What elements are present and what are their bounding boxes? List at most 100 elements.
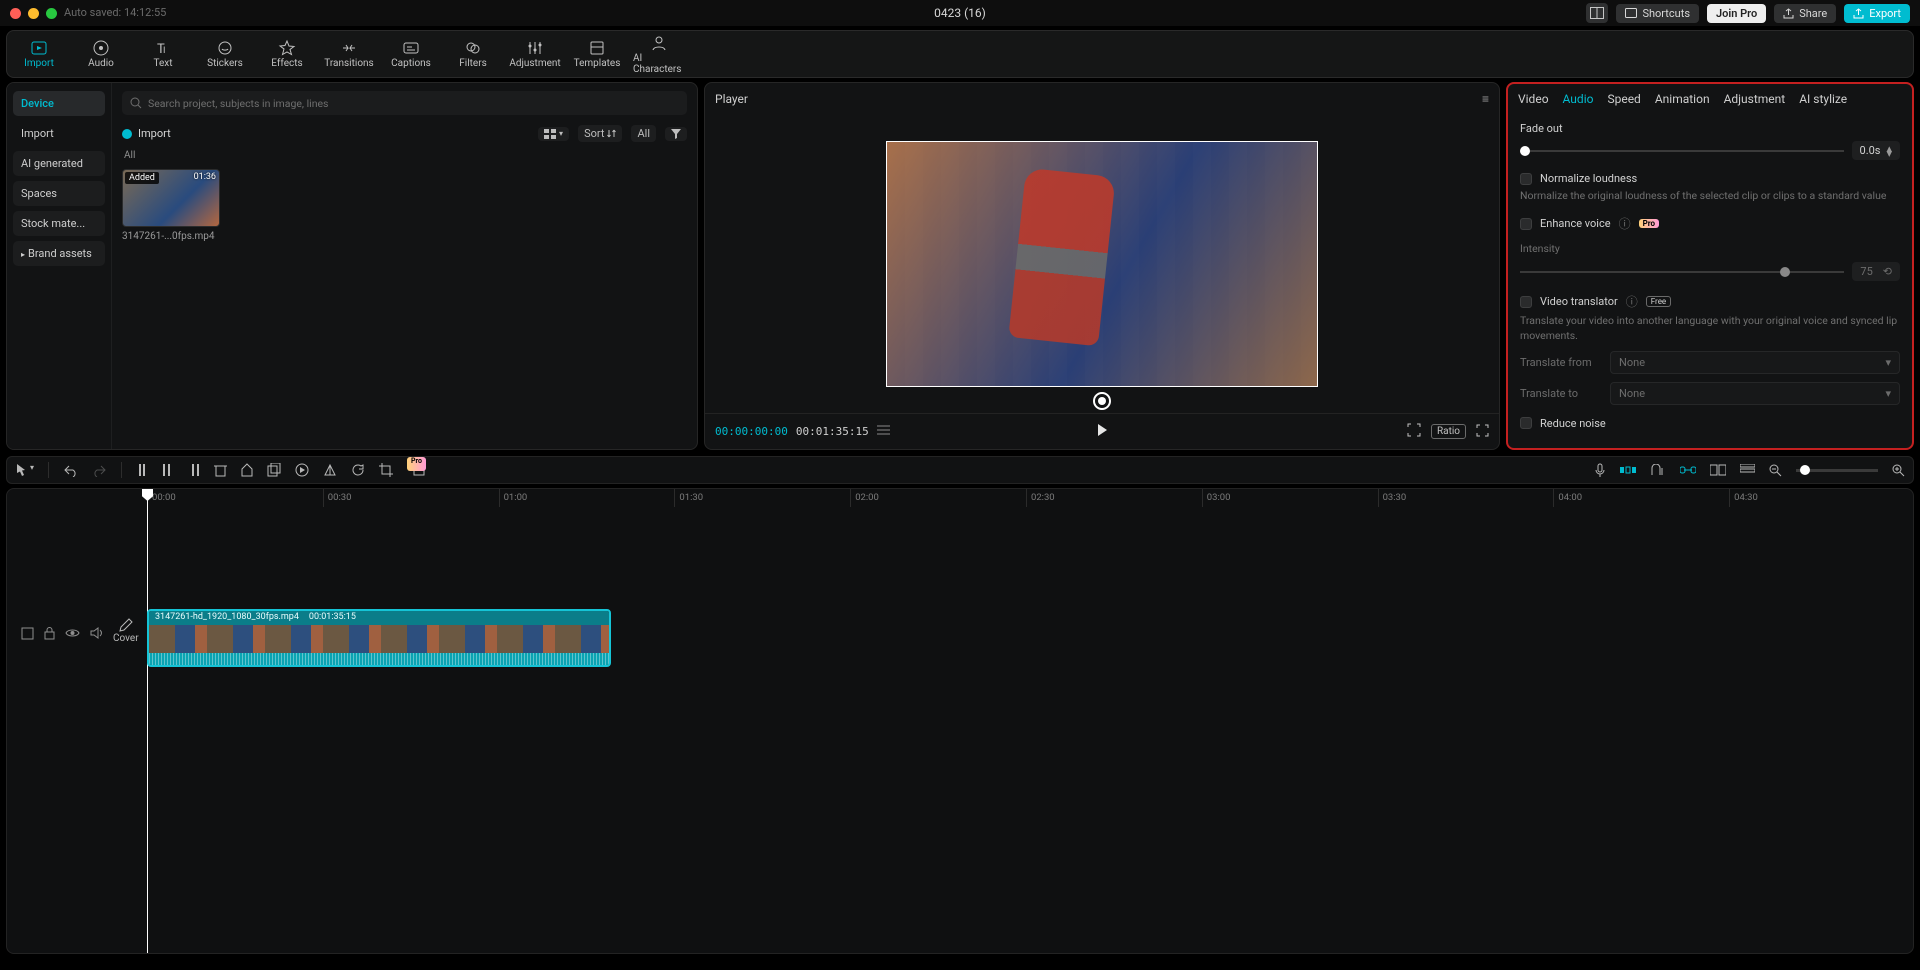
zoom-out-icon[interactable] [1769, 464, 1782, 477]
nav-spaces[interactable]: Spaces [13, 181, 105, 206]
export-label: Export [1869, 7, 1901, 20]
tab-captions[interactable]: Captions [385, 33, 437, 75]
info-icon[interactable]: ⓘ [1626, 293, 1638, 310]
ruler-tick: 01:30 [674, 489, 850, 507]
layout-icon[interactable] [1586, 3, 1608, 23]
redo-icon[interactable] [92, 464, 107, 477]
maximize-window-icon[interactable] [46, 8, 57, 19]
delete-icon[interactable] [214, 463, 227, 477]
snap-icon[interactable] [1650, 464, 1666, 477]
video-translator-checkbox[interactable] [1520, 296, 1532, 308]
crop-icon[interactable] [379, 463, 393, 477]
list-view-icon[interactable] [877, 425, 890, 439]
duplicate-icon[interactable] [267, 463, 281, 477]
player-viewport[interactable] [705, 115, 1499, 413]
speed-icon[interactable] [295, 463, 309, 477]
inspector-panel: Video Audio Speed Animation Adjustment A… [1506, 82, 1914, 450]
timeline-clip[interactable]: 3147261-hd_1920_1080_30fps.mp4 00:01:35:… [147, 609, 611, 667]
nav-stock-materials[interactable]: Stock mate... [13, 211, 105, 236]
trim-right-icon[interactable] [188, 463, 200, 477]
reset-icon[interactable]: ⟲ [1883, 265, 1892, 278]
preview-mode-icon[interactable] [1710, 464, 1726, 476]
cover-button[interactable]: Cover [113, 617, 139, 644]
track-header-icons [21, 627, 103, 643]
zoom-slider[interactable] [1796, 469, 1878, 472]
tab-templates[interactable]: Templates [571, 33, 623, 75]
intensity-value[interactable]: 75⟲ [1852, 262, 1900, 281]
filter-all-button[interactable]: All [631, 125, 656, 142]
focus-frame-icon[interactable] [1407, 423, 1421, 440]
magnet-left-icon[interactable] [1620, 464, 1636, 476]
track-visibility-icon[interactable] [65, 627, 80, 643]
view-grid-button[interactable]: ▾ [538, 127, 569, 141]
fadeout-value[interactable]: 0.0s▴▾ [1852, 141, 1900, 160]
mic-icon[interactable] [1594, 463, 1606, 478]
insp-tab-audio[interactable]: Audio [1563, 92, 1594, 106]
ai-enhance-icon[interactable]: Pro [407, 463, 426, 477]
translate-from-select[interactable]: None▾ [1610, 351, 1900, 374]
nav-device[interactable]: Device [13, 91, 105, 116]
filter-funnel-button[interactable] [665, 127, 687, 141]
ruler-tick: 02:30 [1026, 489, 1202, 507]
tab-transitions[interactable]: Transitions [323, 33, 375, 75]
video-frame [886, 141, 1318, 387]
sort-button[interactable]: Sort [578, 125, 622, 142]
insp-tab-ai-stylize[interactable]: AI stylize [1799, 92, 1847, 106]
split-icon[interactable] [136, 463, 148, 477]
insp-tab-speed[interactable]: Speed [1607, 92, 1640, 106]
export-button[interactable]: Export [1844, 4, 1910, 23]
rotate-icon[interactable] [351, 463, 365, 477]
ruler-tick: 00:00 [147, 489, 323, 507]
insp-tab-video[interactable]: Video [1518, 92, 1549, 106]
insp-tab-adjustment[interactable]: Adjustment [1724, 92, 1786, 106]
tab-filters[interactable]: Filters [447, 33, 499, 75]
tab-adjustment[interactable]: Adjustment [509, 33, 561, 75]
undo-icon[interactable] [63, 464, 78, 477]
nav-ai-generated[interactable]: AI generated [13, 151, 105, 176]
fadeout-slider[interactable] [1520, 150, 1844, 152]
join-pro-button[interactable]: Join Pro [1707, 4, 1766, 23]
tab-ai-characters[interactable]: AI Characters [633, 33, 685, 75]
link-icon[interactable] [1680, 464, 1696, 476]
tab-import-label: Import [24, 58, 54, 69]
normalize-checkbox[interactable] [1520, 173, 1532, 185]
zoom-in-icon[interactable] [1892, 464, 1905, 477]
nav-import[interactable]: Import [13, 121, 105, 146]
track-mute-icon[interactable] [90, 627, 103, 643]
marker-icon[interactable] [241, 463, 253, 477]
sort-label: Sort [584, 127, 604, 140]
track-options-icon[interactable] [21, 627, 34, 643]
tab-stickers-label: Stickers [207, 58, 243, 69]
tab-import[interactable]: Import [13, 33, 65, 75]
close-window-icon[interactable] [10, 8, 21, 19]
play-button[interactable] [1095, 423, 1109, 440]
share-button[interactable]: Share [1774, 4, 1836, 23]
playhead[interactable] [147, 489, 148, 953]
timeline-ruler[interactable]: 00:00 00:30 01:00 01:30 02:00 02:30 03:0… [147, 489, 1905, 507]
intensity-slider[interactable] [1520, 271, 1844, 273]
media-search[interactable]: Search project, subjects in image, lines [122, 91, 687, 115]
clip-thumbnails [149, 625, 609, 653]
media-thumb[interactable]: Added 01:36 3147261-...0fps.mp4 [122, 169, 220, 242]
insp-tab-animation[interactable]: Animation [1655, 92, 1710, 106]
info-icon[interactable]: ⓘ [1619, 215, 1631, 232]
tab-stickers[interactable]: Stickers [199, 33, 251, 75]
tab-text[interactable]: TIText [137, 33, 189, 75]
nav-brand-assets[interactable]: ▸Brand assets [13, 241, 105, 266]
minimize-window-icon[interactable] [28, 8, 39, 19]
pointer-tool-icon[interactable]: ▾ [15, 463, 34, 477]
trim-left-icon[interactable] [162, 463, 174, 477]
ratio-button[interactable]: Ratio [1431, 424, 1466, 439]
track-layout-icon[interactable] [1740, 464, 1755, 476]
track-lock-icon[interactable] [44, 627, 55, 643]
fullscreen-icon[interactable] [1476, 424, 1489, 440]
tab-audio[interactable]: Audio [75, 33, 127, 75]
tab-effects[interactable]: Effects [261, 33, 313, 75]
reduce-noise-checkbox[interactable] [1520, 417, 1532, 429]
enhance-voice-checkbox[interactable] [1520, 218, 1532, 230]
player-menu-icon[interactable]: ≡ [1482, 92, 1489, 106]
translate-to-select[interactable]: None▾ [1610, 382, 1900, 405]
shortcuts-button[interactable]: Shortcuts [1616, 4, 1699, 23]
mirror-icon[interactable] [323, 463, 337, 477]
import-chip[interactable]: Import [122, 127, 171, 140]
